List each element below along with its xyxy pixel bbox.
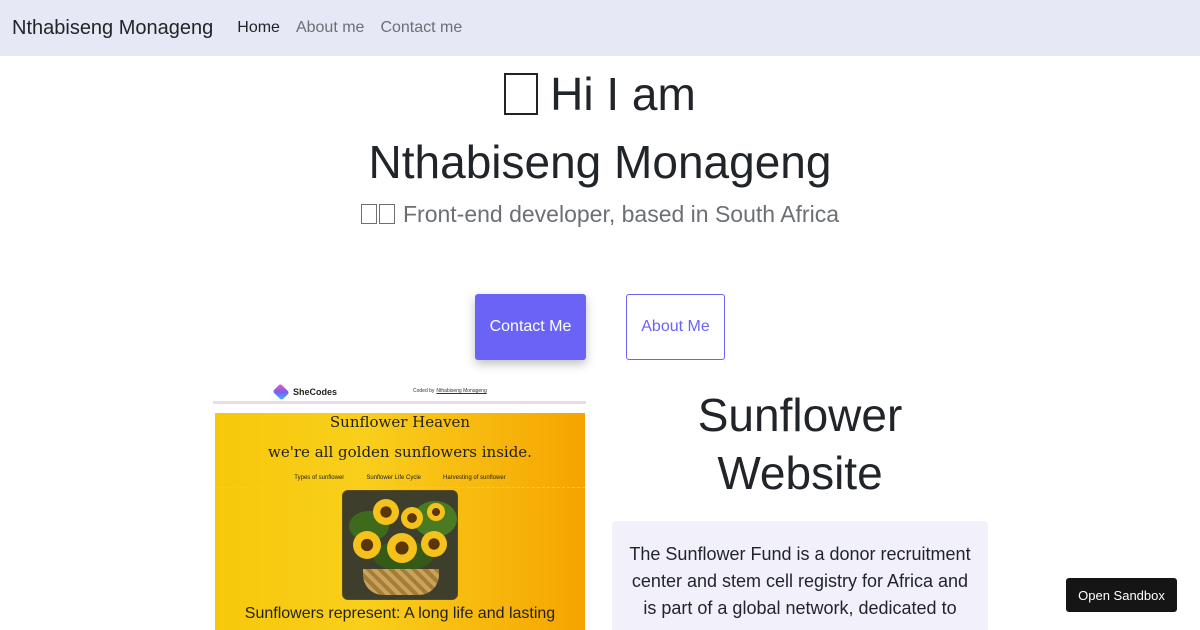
contact-me-button[interactable]: Contact Me xyxy=(475,294,586,360)
coded-by-name: Nthabiseng Monageng xyxy=(436,388,487,394)
preview-bottom-text: Sunflowers represent: A long life and la… xyxy=(244,605,556,622)
project-description-card: The Sunflower Fund is a donor recruitmen… xyxy=(612,521,988,630)
hero-subtitle-text: Front-end developer, based in South Afri… xyxy=(402,201,839,227)
shecodes-logo: SheCodes xyxy=(272,383,338,401)
project-description: The Sunflower Fund is a donor recruitmen… xyxy=(629,544,971,618)
sunflower-basket-photo xyxy=(342,490,458,600)
shecodes-logo-icon xyxy=(272,383,290,401)
coded-by-prefix: Coded by xyxy=(413,388,435,394)
hero-subtitle: Front-end developer, based in South Afri… xyxy=(0,198,1200,230)
preview-nav-item: Harvesting of sunflower xyxy=(443,475,506,481)
preview-body: Sunflower Heaven we're all golden sunflo… xyxy=(215,413,585,630)
navbar: Nthabiseng Monageng Home About me Contac… xyxy=(0,0,1200,56)
nav-link-contact[interactable]: Contact me xyxy=(380,19,462,37)
preview-nav-item: Types of sunflower xyxy=(294,475,345,481)
about-me-button[interactable]: About Me xyxy=(626,294,725,360)
hero-name: Nthabiseng Monageng xyxy=(368,136,832,188)
emoji-placeholder-icon xyxy=(504,72,539,115)
preview-site-title: Sunflower Heaven xyxy=(329,413,471,431)
nav-link-about[interactable]: About me xyxy=(296,19,364,37)
hero-greeting: Hi I am xyxy=(0,66,1200,122)
emoji-placeholder-icon xyxy=(378,203,395,224)
preview-nav-item: Sunflower Life Cycle xyxy=(366,475,422,481)
preview-divider xyxy=(215,487,585,488)
project-title: Sunflower Website xyxy=(697,389,903,499)
coded-by: Coded by Nthabiseng Monageng xyxy=(413,388,487,394)
preview-nav: Types of sunflower Sunflower Life Cycle … xyxy=(215,475,585,481)
hero-greeting-text: Hi I am xyxy=(550,68,696,120)
project-preview-image[interactable]: SheCodes Coded by Nthabiseng Monageng Sun… xyxy=(213,380,586,630)
navbar-brand[interactable]: Nthabiseng Monageng xyxy=(12,17,213,40)
nav-link-home[interactable]: Home xyxy=(237,19,280,37)
preview-header: SheCodes Coded by Nthabiseng Monageng xyxy=(213,380,586,404)
open-sandbox-button[interactable]: Open Sandbox xyxy=(1066,578,1177,612)
preview-tagline: we're all golden sunflowers inside. xyxy=(268,443,532,461)
emoji-placeholder-icon xyxy=(360,203,377,224)
shecodes-logo-text: SheCodes xyxy=(293,387,338,397)
basket-shape xyxy=(363,569,439,595)
